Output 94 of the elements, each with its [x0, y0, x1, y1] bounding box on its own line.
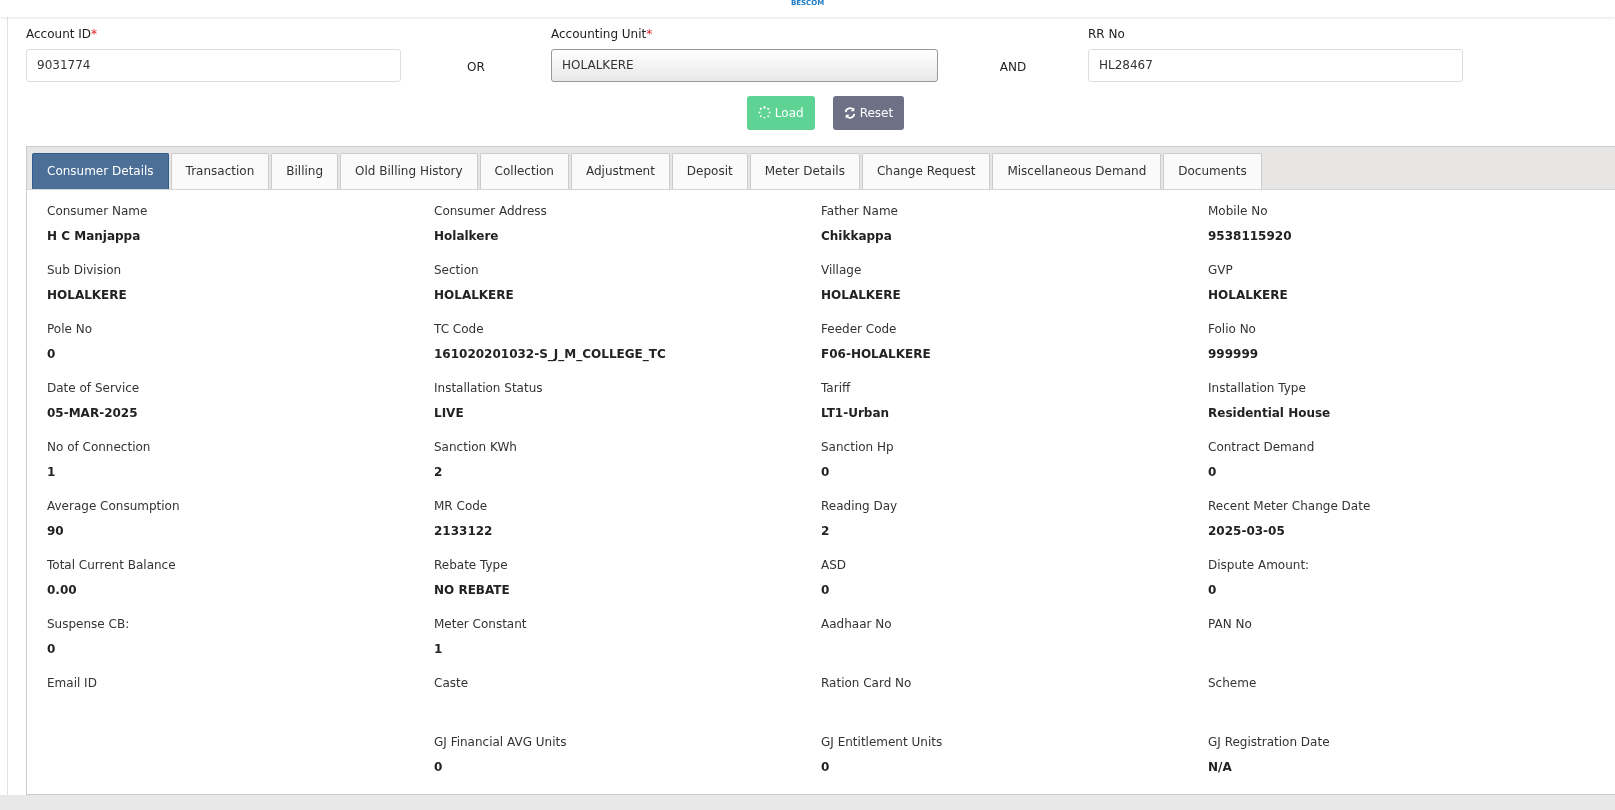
detail-label: Feeder Code [821, 321, 898, 336]
detail-label: No of Connection [47, 439, 152, 454]
detail-value: 0 [1208, 464, 1218, 479]
detail-value: 2133122 [434, 523, 494, 538]
joiner-text: OR [466, 58, 486, 76]
detail-label: ASD [821, 557, 848, 572]
detail-label: Sanction KWh [434, 439, 518, 454]
detail-value: 0 [1208, 582, 1218, 597]
detail-label: Consumer Name [47, 203, 149, 218]
detail-label: TC Code [434, 321, 485, 336]
detail-value: LT1-Urban [821, 405, 891, 420]
detail-value: 1 [434, 641, 444, 656]
tab[interactable]: Deposit [671, 152, 748, 189]
detail-label: Tariff [821, 380, 852, 395]
detail-value: F06-HOLALKERE [821, 346, 932, 361]
detail-label: Sanction Hp [821, 439, 895, 454]
detail-value: 0 [821, 582, 831, 597]
field-label: Account ID* [26, 26, 99, 41]
tab[interactable]: Collection [479, 152, 569, 189]
tab[interactable]: Adjustment [570, 152, 670, 189]
detail-value: NO REBATE [434, 582, 511, 597]
select-field[interactable]: HOLALKERE [551, 48, 938, 82]
detail-label: Average Consumption [47, 498, 181, 513]
tab[interactable]: Transaction [170, 152, 270, 189]
detail-label: Rebate Type [434, 557, 509, 572]
reset-button[interactable]: Reset [832, 95, 905, 130]
detail-value: HOLALKERE [821, 287, 902, 302]
detail-label: Consumer Address [434, 203, 548, 218]
detail-label: Total Current Balance [47, 557, 177, 572]
detail-label: Father Name [821, 203, 899, 218]
tab[interactable]: Old Billing History [340, 152, 478, 189]
detail-label: Contract Demand [1208, 439, 1316, 454]
spinner-icon [757, 106, 771, 120]
tab[interactable]: Documents [1163, 152, 1262, 189]
detail-label: Sub Division [47, 262, 123, 277]
detail-value: HOLALKERE [1208, 287, 1289, 302]
detail-value: 90 [47, 523, 65, 538]
input-field[interactable]: 9031774 [26, 48, 401, 82]
detail-value: 999999 [1208, 346, 1260, 361]
detail-value: N/A [1208, 759, 1233, 774]
detail-value: 9538115920 [1208, 228, 1293, 243]
detail-label: Aadhaar No [821, 616, 893, 631]
detail-value: 0 [47, 346, 57, 361]
detail-label: Pole No [47, 321, 93, 336]
joiner-text: AND [998, 58, 1028, 76]
detail-label: Section [434, 262, 480, 277]
detail-value: 0.00 [47, 582, 78, 597]
detail-value: 2025-03-05 [1208, 523, 1286, 538]
detail-label: Mobile No [1208, 203, 1269, 218]
detail-label: Scheme [1208, 675, 1258, 690]
refresh-icon [843, 106, 856, 119]
detail-label: Installation Type [1208, 380, 1307, 395]
detail-label: Recent Meter Change Date [1208, 498, 1372, 513]
detail-label: Ration Card No [821, 675, 913, 690]
detail-label: PAN No [1208, 616, 1253, 631]
detail-value: 0 [821, 759, 831, 774]
detail-label: Village [821, 262, 863, 277]
tab[interactable]: Change Request [861, 152, 991, 189]
input-field[interactable]: HL28467 [1088, 48, 1463, 82]
detail-value: 0 [47, 641, 57, 656]
detail-value: 2 [434, 464, 444, 479]
detail-value: H C Manjappa [47, 228, 142, 243]
tab[interactable]: Miscellaneous Demand [992, 152, 1162, 189]
detail-label: GJ Entitlement Units [821, 734, 944, 749]
detail-value: 05-MAR-2025 [47, 405, 139, 420]
detail-label: Email ID [47, 675, 98, 690]
detail-label: GJ Financial AVG Units [434, 734, 568, 749]
detail-label: Date of Service [47, 380, 141, 395]
detail-value: Residential House [1208, 405, 1332, 420]
detail-label: Dispute Amount: [1208, 557, 1311, 572]
detail-value: Chikkappa [821, 228, 893, 243]
tab[interactable]: Meter Details [749, 152, 860, 189]
detail-value: 2 [821, 523, 831, 538]
field-label: Accounting Unit* [551, 26, 654, 41]
detail-label: Folio No [1208, 321, 1257, 336]
detail-value: LIVE [434, 405, 465, 420]
detail-label: Suspense CB: [47, 616, 131, 631]
detail-label: GVP [1208, 262, 1234, 277]
detail-label: Caste [434, 675, 470, 690]
detail-value: Holalkere [434, 228, 500, 243]
detail-value: HOLALKERE [47, 287, 128, 302]
tab[interactable]: Consumer Details [32, 152, 169, 189]
detail-label: Reading Day [821, 498, 899, 513]
field-label: RR No [1088, 26, 1126, 41]
detail-value: 1 [47, 464, 57, 479]
detail-value: HOLALKERE [434, 287, 515, 302]
detail-label: GJ Registration Date [1208, 734, 1331, 749]
detail-value: 161020201032-S_J_M_COLLEGE_TC [434, 346, 667, 361]
tab[interactable]: Billing [271, 152, 339, 189]
detail-label: Installation Status [434, 380, 544, 395]
detail-label: Meter Constant [434, 616, 528, 631]
detail-value: 0 [821, 464, 831, 479]
detail-label: MR Code [434, 498, 489, 513]
detail-value: 0 [434, 759, 444, 774]
